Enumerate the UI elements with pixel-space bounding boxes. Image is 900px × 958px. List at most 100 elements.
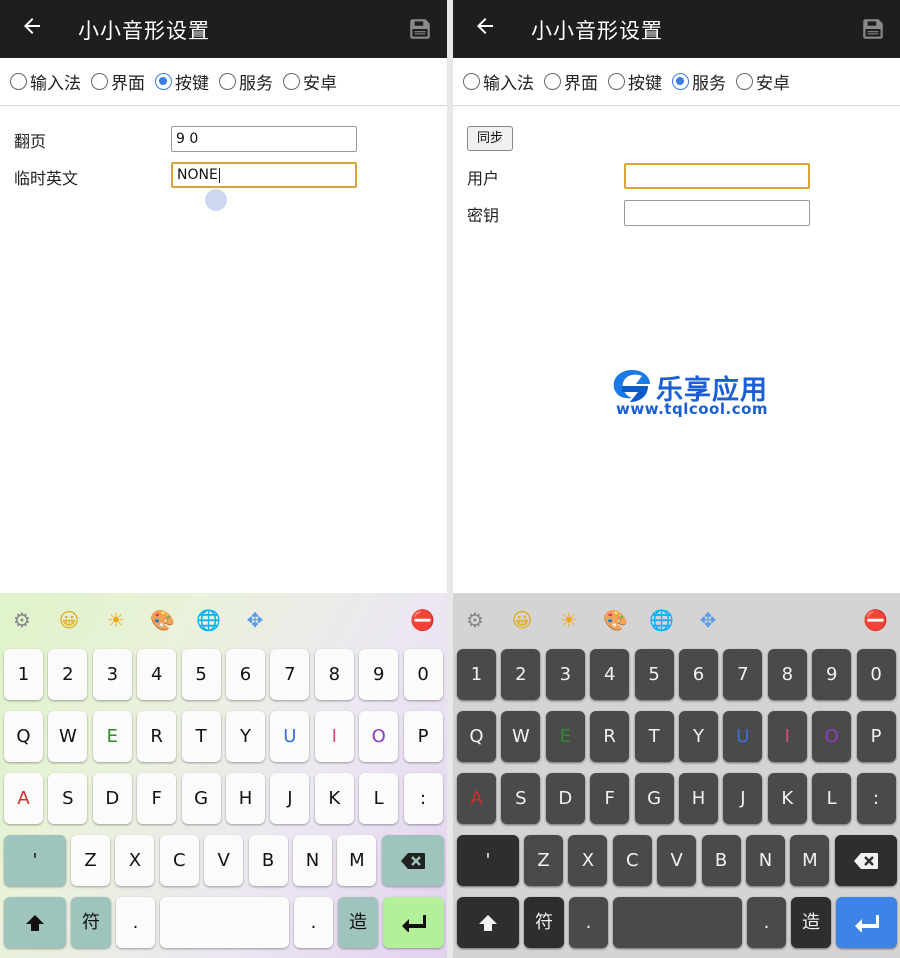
key-9[interactable]: 9 (812, 649, 852, 700)
shift-key[interactable] (457, 897, 519, 948)
page-turn-input[interactable]: 9 0 (171, 126, 357, 152)
key-t[interactable]: T (634, 711, 674, 762)
key-q[interactable]: Q (4, 711, 43, 762)
key-2[interactable]: 2 (48, 649, 88, 700)
key-d[interactable]: D (545, 773, 585, 824)
key-4[interactable]: 4 (590, 649, 630, 700)
key-:[interactable]: : (856, 773, 896, 824)
key-r[interactable]: R (137, 711, 177, 762)
key-g[interactable]: G (634, 773, 674, 824)
tab-service[interactable]: 服务 (672, 69, 726, 94)
back-arrow-icon[interactable] (473, 14, 497, 38)
key-5[interactable]: 5 (181, 649, 221, 700)
key-y[interactable]: Y (679, 711, 718, 762)
space-key[interactable] (160, 897, 289, 948)
key-k[interactable]: K (314, 773, 354, 824)
key-0[interactable]: 0 (856, 649, 896, 700)
key-p[interactable]: P (856, 711, 896, 762)
key-o[interactable]: O (359, 711, 399, 762)
key-6[interactable]: 6 (679, 649, 718, 700)
key-f[interactable]: F (590, 773, 630, 824)
key-t[interactable]: T (181, 711, 221, 762)
move-icon[interactable]: ✥ (696, 608, 720, 632)
key-x[interactable]: X (568, 835, 608, 886)
space-key[interactable] (613, 897, 742, 948)
radio-button[interactable] (219, 73, 236, 90)
backspace-key[interactable] (835, 835, 897, 886)
radio-button[interactable] (608, 73, 625, 90)
key-h[interactable]: H (679, 773, 718, 824)
gear-icon[interactable]: ⚙ (10, 608, 34, 632)
tab-android[interactable]: 安卓 (736, 69, 790, 94)
backspace-key[interactable] (382, 835, 444, 886)
radio-button[interactable] (10, 73, 27, 90)
radio-button[interactable] (283, 73, 300, 90)
save-icon[interactable] (407, 16, 433, 42)
save-icon[interactable] (860, 16, 886, 42)
radio-button-selected[interactable] (155, 73, 172, 90)
key-9[interactable]: 9 (359, 649, 399, 700)
tab-keys[interactable]: 按键 (608, 69, 662, 94)
globe-icon[interactable]: 🌐 (196, 608, 221, 632)
create-key[interactable]: 造 (791, 897, 831, 948)
key-l[interactable]: L (812, 773, 852, 824)
radio-button[interactable] (463, 73, 480, 90)
tab-input-method[interactable]: 输入法 (10, 69, 81, 94)
key-x[interactable]: X (115, 835, 155, 886)
key-m[interactable]: M (337, 835, 377, 886)
key-e[interactable]: E (545, 711, 585, 762)
key-l[interactable]: L (359, 773, 399, 824)
key-i[interactable]: I (314, 711, 354, 762)
key-n[interactable]: N (746, 835, 785, 886)
apostrophe-key[interactable]: ' (4, 835, 66, 886)
key-8[interactable]: 8 (314, 649, 354, 700)
key-c[interactable]: C (612, 835, 652, 886)
key-3[interactable]: 3 (92, 649, 132, 700)
key-8[interactable]: 8 (767, 649, 807, 700)
key-7[interactable]: 7 (270, 649, 310, 700)
key-d[interactable]: D (92, 773, 132, 824)
tab-interface[interactable]: 界面 (91, 69, 145, 94)
minus-stop-icon[interactable]: ⛔ (410, 608, 435, 632)
temp-english-input[interactable]: NONE (171, 162, 357, 188)
key-c[interactable]: C (159, 835, 199, 886)
tab-keys[interactable]: 按键 (155, 69, 209, 94)
key-y[interactable]: Y (226, 711, 265, 762)
palette-icon[interactable]: 🎨 (603, 608, 628, 632)
apostrophe-key[interactable]: ' (457, 835, 519, 886)
tab-interface[interactable]: 界面 (544, 69, 598, 94)
key-b[interactable]: B (248, 835, 288, 886)
key-v[interactable]: V (204, 835, 244, 886)
symbol-key[interactable]: 符 (524, 897, 564, 948)
smiley-icon[interactable]: 😀 (510, 608, 534, 632)
radio-button[interactable] (544, 73, 561, 90)
key-m[interactable]: M (790, 835, 830, 886)
radio-button-selected[interactable] (672, 73, 689, 90)
key-1[interactable]: 1 (457, 649, 496, 700)
sync-button[interactable]: 同步 (467, 126, 513, 151)
key-s[interactable]: S (48, 773, 88, 824)
key-z[interactable]: Z (524, 835, 563, 886)
enter-key[interactable] (836, 897, 897, 948)
key-q[interactable]: Q (457, 711, 496, 762)
key-a[interactable]: A (457, 773, 496, 824)
tab-input-method[interactable]: 输入法 (463, 69, 534, 94)
key-n[interactable]: N (293, 835, 332, 886)
enter-key[interactable] (383, 897, 444, 948)
gear-icon[interactable]: ⚙ (463, 608, 487, 632)
key-e[interactable]: E (92, 711, 132, 762)
sun-icon[interactable]: ☀ (104, 608, 128, 632)
key-5[interactable]: 5 (634, 649, 674, 700)
palette-icon[interactable]: 🎨 (150, 608, 175, 632)
key-a[interactable]: A (4, 773, 43, 824)
key-:[interactable]: : (403, 773, 443, 824)
back-arrow-icon[interactable] (20, 14, 44, 38)
period-key[interactable]: . (116, 897, 155, 948)
period-key[interactable]: . (747, 897, 786, 948)
period-key[interactable]: . (294, 897, 333, 948)
key-3[interactable]: 3 (545, 649, 585, 700)
key-1[interactable]: 1 (4, 649, 43, 700)
key-z[interactable]: Z (71, 835, 110, 886)
key-i[interactable]: I (767, 711, 807, 762)
key-o[interactable]: O (812, 711, 852, 762)
